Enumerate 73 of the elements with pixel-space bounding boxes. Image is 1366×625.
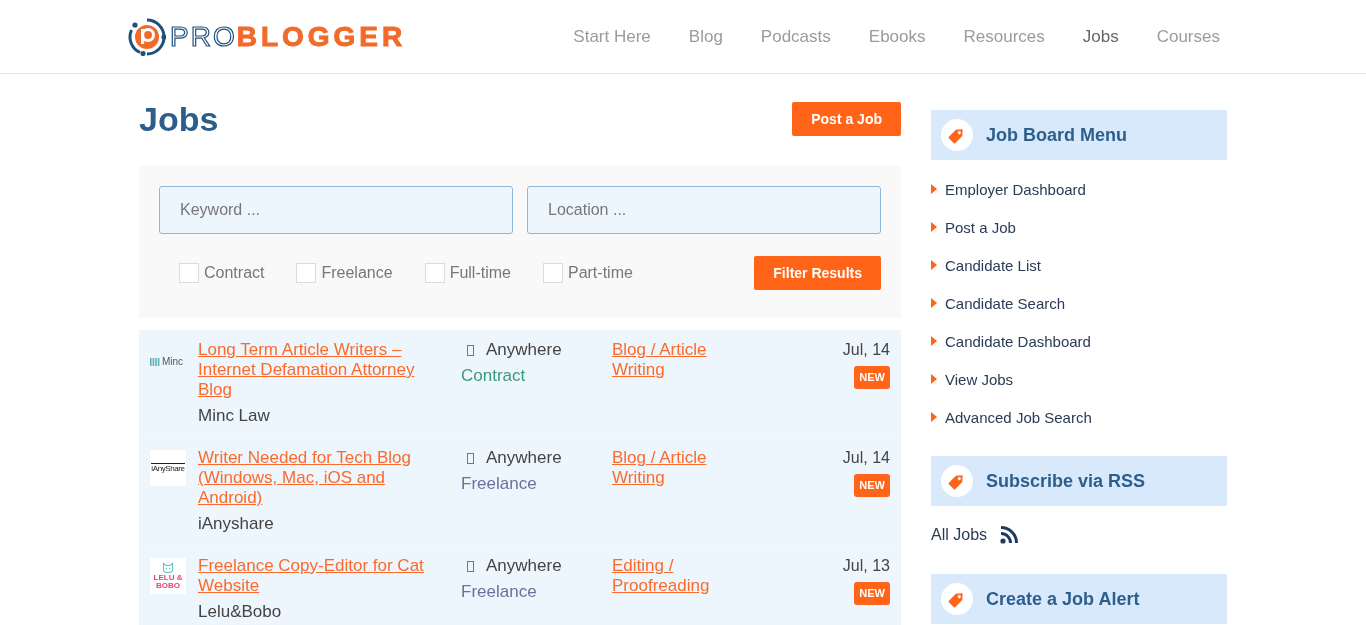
- triangle-bullet-icon: [931, 184, 937, 194]
- menu-link[interactable]: Employer Dashboard: [945, 180, 1086, 198]
- bars-icon: [150, 358, 160, 366]
- checkbox-label[interactable]: Full-time: [449, 264, 511, 282]
- triangle-bullet-icon: [931, 222, 937, 232]
- category-link[interactable]: Editing / Proofreading: [612, 556, 737, 596]
- location-field[interactable]: Location ...: [527, 186, 881, 234]
- category-link[interactable]: Blog / Article Writing: [612, 340, 737, 380]
- nav-link[interactable]: Ebooks: [868, 26, 926, 47]
- job-title-link[interactable]: Freelance Copy-Editor for Cat Website: [198, 556, 448, 596]
- job-location: Anywhere: [486, 556, 562, 576]
- logo-text: LELU & BOBO: [152, 574, 184, 590]
- nav-link[interactable]: Start Here: [573, 26, 651, 47]
- checkbox-label[interactable]: Part-time: [567, 264, 633, 282]
- post-job-button[interactable]: Post a Job: [792, 102, 901, 136]
- glyph-box-icon: [467, 560, 474, 572]
- filter-results-button[interactable]: Filter Results: [754, 256, 881, 290]
- new-badge: NEW: [854, 582, 890, 605]
- checkbox[interactable]: [424, 263, 445, 283]
- posted-date: Jul, 14: [842, 340, 890, 360]
- checkbox[interactable]: [179, 263, 199, 283]
- category-link[interactable]: Blog / Article Writing: [612, 448, 737, 488]
- new-badge: NEW: [854, 474, 890, 497]
- triangle-bullet-icon: [931, 298, 937, 308]
- checkbox-label[interactable]: Contract: [204, 264, 265, 282]
- job-location: Anywhere: [486, 448, 562, 468]
- company-name: iAnyshare: [198, 514, 275, 534]
- nav-link[interactable]: Blog: [688, 26, 723, 47]
- glyph-box-icon: [467, 452, 474, 464]
- new-badge: NEW: [854, 366, 890, 389]
- menu-link[interactable]: Post a Job: [945, 218, 1016, 236]
- job-title-link[interactable]: Long Term Article Writers – Internet Defamation Attorney Blog: [198, 340, 448, 400]
- cat-icon: [162, 562, 174, 573]
- job-type: Contract: [461, 366, 526, 386]
- feed-link[interactable]: All Jobs: [931, 526, 988, 544]
- logo-text: Minc: [162, 356, 184, 368]
- posted-date: Jul, 13: [842, 556, 890, 576]
- logo-icon[interactable]: [128, 17, 166, 56]
- tag-icon: [941, 119, 973, 151]
- rss-icon[interactable]: [1000, 526, 1019, 544]
- nav-link[interactable]: Podcasts: [760, 26, 831, 47]
- triangle-bullet-icon: [931, 374, 937, 384]
- tag-icon: [941, 465, 973, 497]
- posted-date: Jul, 14: [842, 448, 890, 468]
- job-location: Anywhere: [486, 340, 562, 360]
- company-name: Lelu&Bobo: [198, 602, 283, 622]
- company-name: Minc Law: [198, 406, 271, 426]
- job-title-link[interactable]: Writer Needed for Tech Blog (Windows, Mac, iOS and Android): [198, 448, 448, 508]
- menu-link[interactable]: Advanced Job Search: [945, 408, 1092, 426]
- logo-text: iAnyShare: [151, 463, 185, 473]
- keyword-field[interactable]: Keyword ...: [159, 186, 513, 234]
- nav-link[interactable]: Jobs: [1082, 26, 1119, 47]
- checkbox[interactable]: [542, 263, 563, 283]
- widget-title: Create a Job Alert: [986, 588, 1140, 610]
- glyph-box-icon: [467, 344, 474, 356]
- job-type: Freelance: [461, 474, 537, 494]
- nav-link[interactable]: Resources: [963, 26, 1045, 47]
- checkbox-label[interactable]: Freelance: [321, 264, 393, 282]
- menu-link[interactable]: Candidate Search: [945, 294, 1066, 312]
- menu-link[interactable]: View Jobs: [945, 370, 1014, 388]
- widget-title: Job Board Menu: [986, 124, 1127, 146]
- nav-link[interactable]: Courses: [1156, 26, 1220, 47]
- menu-link[interactable]: Candidate List: [945, 256, 1041, 274]
- job-type: Freelance: [461, 582, 537, 602]
- checkbox[interactable]: [296, 263, 317, 283]
- triangle-bullet-icon: [931, 336, 937, 346]
- tag-icon: [941, 583, 973, 615]
- widget-title: Subscribe via RSS: [986, 470, 1146, 492]
- triangle-bullet-icon: [931, 260, 937, 270]
- triangle-bullet-icon: [931, 412, 937, 422]
- page-title: Jobs: [139, 99, 219, 140]
- menu-link[interactable]: Candidate Dashboard: [945, 332, 1091, 350]
- logo-wordmark[interactable]: PROBLOGGER: [170, 21, 407, 52]
